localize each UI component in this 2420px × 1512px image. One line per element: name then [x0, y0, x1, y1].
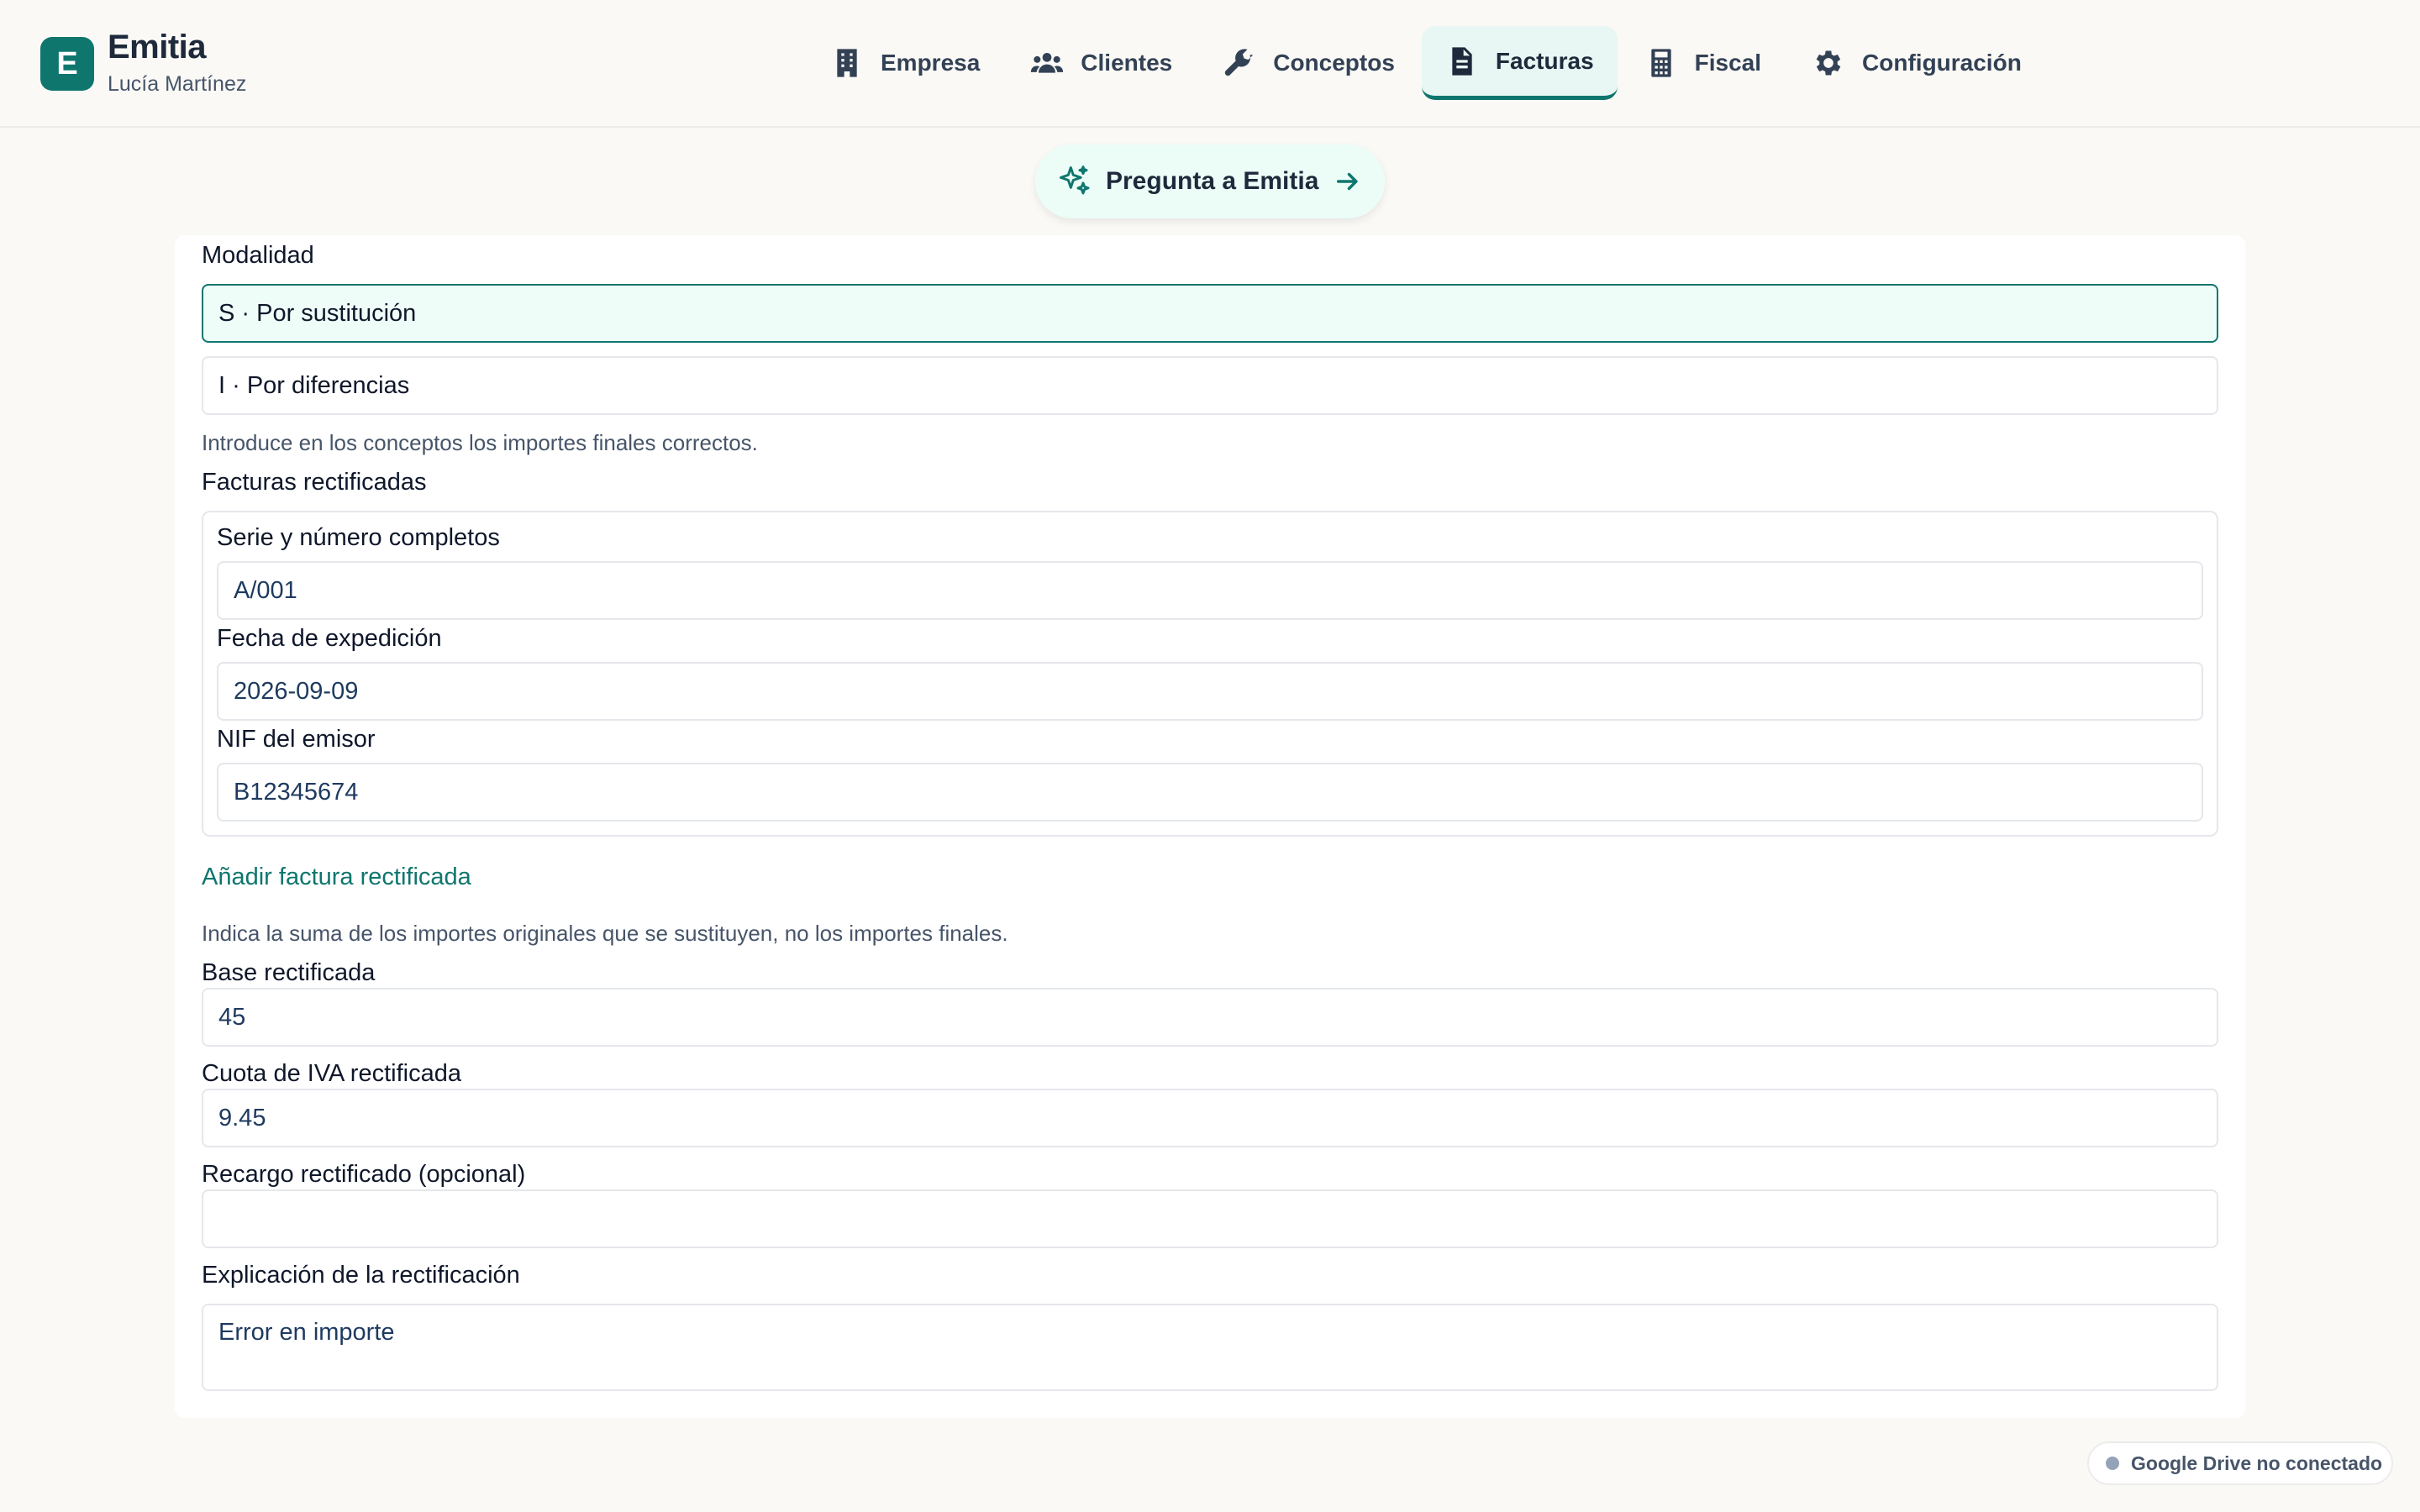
- nav-item-label: Configuración: [1862, 50, 2022, 76]
- explicacion-textarea[interactable]: Error en importe: [202, 1304, 2218, 1391]
- recargo-input[interactable]: [202, 1189, 2218, 1248]
- status-dot-icon: [2106, 1457, 2119, 1470]
- sparkles-icon: [1059, 165, 1090, 195]
- building-icon: [830, 46, 864, 80]
- nav-item-clientes[interactable]: Clientes: [1007, 26, 1196, 100]
- drive-status-text: Google Drive no conectado: [2131, 1452, 2383, 1474]
- nav-item-label: Empresa: [881, 50, 981, 76]
- base-rectificada-input[interactable]: 45: [202, 988, 2218, 1047]
- modalidad-help-text: Introduce en los conceptos los importes …: [202, 430, 758, 455]
- main-nav: Empresa Clientes Conceptos Facturas Fisc…: [807, 25, 2049, 101]
- current-user-name: Lucía Martínez: [108, 72, 247, 96]
- serie-label: Serie y número completos: [217, 524, 500, 551]
- nav-item-label: Fiscal: [1694, 50, 1762, 76]
- explicacion-label: Explicación de la rectificación: [202, 1262, 520, 1289]
- fecha-input[interactable]: 2026-09-09: [217, 662, 2203, 721]
- cuota-iva-input[interactable]: 9.45: [202, 1089, 2218, 1147]
- nav-item-conceptos[interactable]: Conceptos: [1199, 26, 1418, 100]
- modalidad-label: Modalidad: [202, 242, 314, 269]
- add-rectified-invoice-link[interactable]: Añadir factura rectificada: [202, 864, 471, 891]
- nav-item-configuracion[interactable]: Configuración: [1788, 26, 2045, 100]
- recargo-label: Recargo rectificado (opcional): [202, 1161, 526, 1188]
- ask-emitia-label: Pregunta a Emitia: [1106, 167, 1319, 195]
- nav-item-label: Conceptos: [1273, 50, 1395, 76]
- modalidad-option-sustitucion[interactable]: S · Por sustitución: [202, 284, 2218, 343]
- document-icon: [1445, 45, 1479, 78]
- app-header: E Emitia Lucía Martínez Empresa Clientes…: [0, 0, 2420, 128]
- app-logo[interactable]: E: [40, 37, 94, 91]
- modalidad-option-diferencias[interactable]: I · Por diferencias: [202, 356, 2218, 415]
- cuota-iva-label: Cuota de IVA rectificada: [202, 1060, 461, 1087]
- wrench-icon: [1223, 46, 1256, 80]
- serie-input[interactable]: A/001: [217, 561, 2203, 620]
- gear-icon: [1812, 46, 1845, 80]
- nav-item-label: Clientes: [1081, 50, 1173, 76]
- importes-help-text: Indica la suma de los importes originale…: [202, 921, 1008, 946]
- nav-item-facturas[interactable]: Facturas: [1421, 26, 1618, 100]
- fecha-label: Fecha de expedición: [217, 625, 442, 652]
- users-icon: [1030, 46, 1064, 80]
- nif-label: NIF del emisor: [217, 726, 376, 753]
- facturas-rectificadas-label: Facturas rectificadas: [202, 469, 427, 496]
- nav-item-label: Facturas: [1495, 47, 1594, 74]
- arrow-right-icon: [1337, 172, 1359, 191]
- calculator-icon: [1644, 46, 1678, 80]
- nav-item-fiscal[interactable]: Fiscal: [1621, 26, 1785, 100]
- nif-input[interactable]: B12345674: [217, 763, 2203, 822]
- rectification-form: Modalidad S · Por sustitución I · Por di…: [175, 235, 2245, 1418]
- drive-status-badge[interactable]: Google Drive no conectado: [2087, 1441, 2393, 1485]
- ask-emitia-button[interactable]: Pregunta a Emitia: [1035, 144, 1385, 218]
- rectified-invoice-entry: Serie y número completos A/001 Fecha de …: [202, 511, 2218, 837]
- nav-item-empresa[interactable]: Empresa: [807, 26, 1003, 100]
- base-rectificada-label: Base rectificada: [202, 959, 376, 986]
- brand-name: Emitia: [108, 29, 207, 66]
